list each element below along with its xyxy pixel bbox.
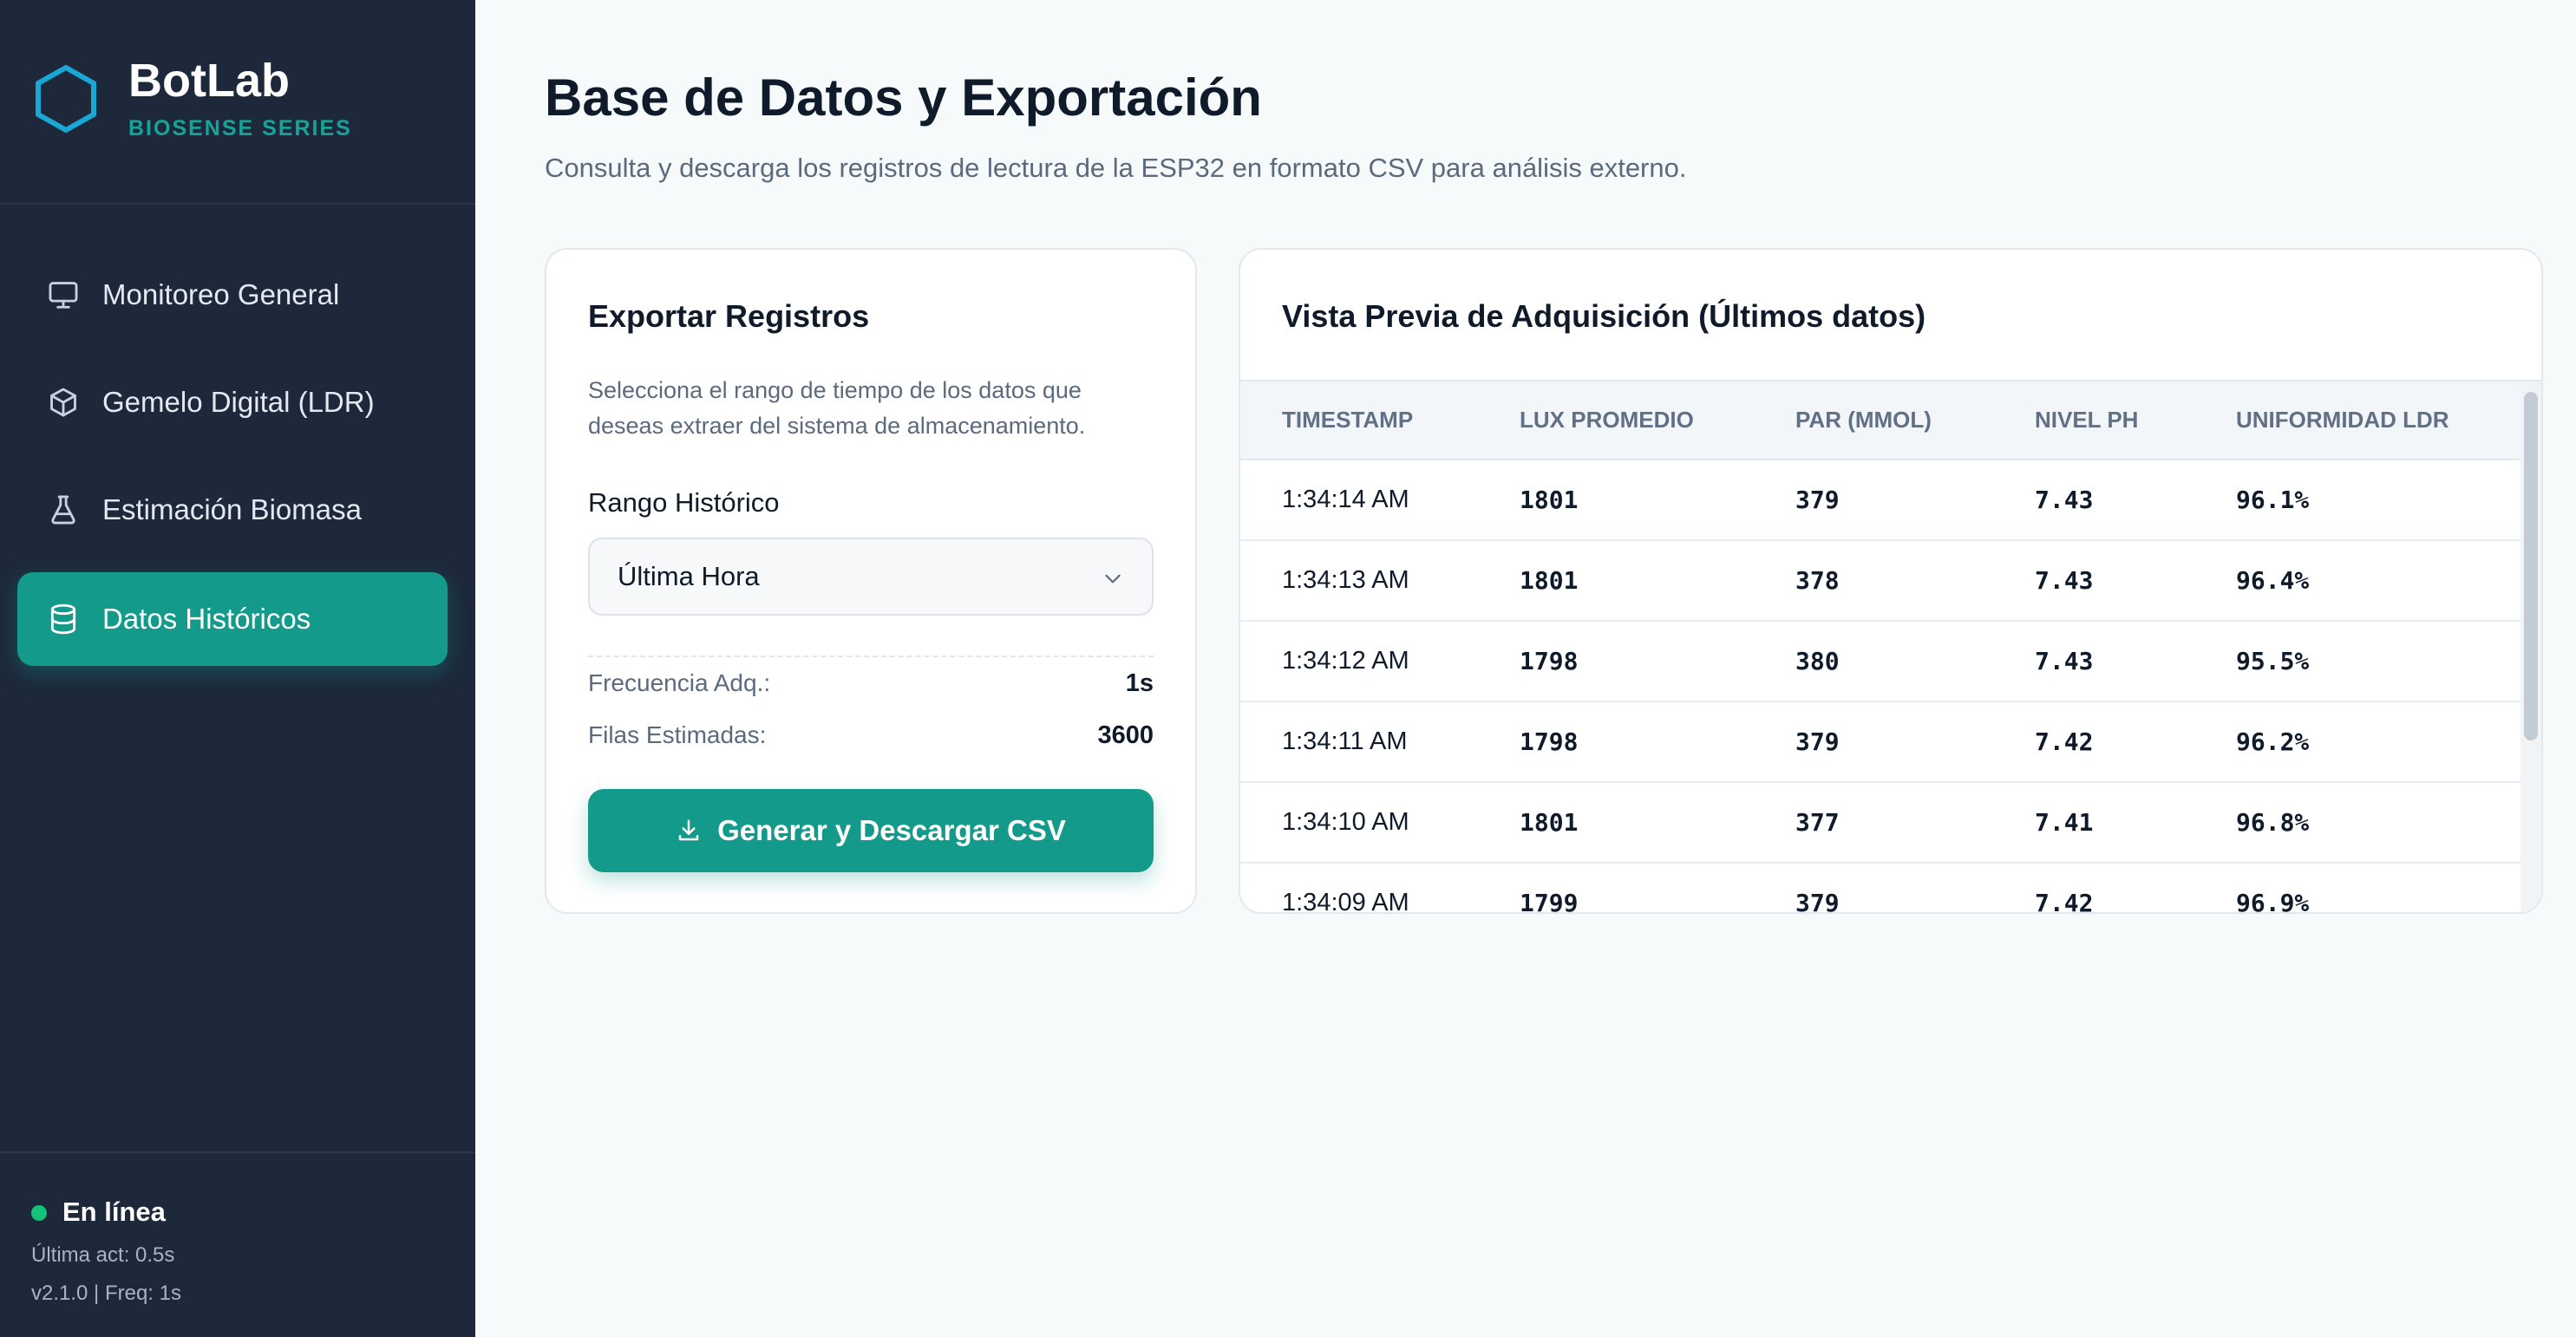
sidebar-item-label: Gemelo Digital (LDR) xyxy=(102,386,375,418)
sidebar-item-gemelo-digital[interactable]: Gemelo Digital (LDR) xyxy=(17,355,448,449)
cell-lux: 1801 xyxy=(1478,460,1754,541)
column-header-lux: LUX PROMEDIO xyxy=(1478,382,1754,460)
cell-uniformity: 95.5% xyxy=(2194,621,2524,702)
cell-lux: 1801 xyxy=(1478,540,1754,622)
export-card-description: Selecciona el rango de tiempo de los dat… xyxy=(588,377,1086,439)
monitor-icon xyxy=(45,277,82,313)
column-header-uniformity: UNIFORMIDAD LDR xyxy=(2194,382,2524,460)
cell-timestamp: 1:34:11 AM xyxy=(1240,701,1478,783)
cell-lux: 1801 xyxy=(1478,782,1754,864)
estimated-rows-value: 3600 xyxy=(1097,721,1154,749)
cell-uniformity: 96.2% xyxy=(2194,701,2524,783)
export-card-title: Exportar Registros xyxy=(588,298,870,334)
sidebar-item-monitoreo-general[interactable]: Monitoreo General xyxy=(17,248,448,342)
cell-timestamp: 1:34:13 AM xyxy=(1240,540,1478,622)
preview-card-title: Vista Previa de Adquisición (Últimos dat… xyxy=(1282,298,1926,334)
range-select[interactable]: Última Hora xyxy=(588,538,1154,616)
sidebar-item-datos-historicos[interactable]: Datos Históricos xyxy=(17,572,448,666)
frequency-label: Frecuencia Adq.: xyxy=(588,669,771,696)
cell-uniformity: 96.8% xyxy=(2194,782,2524,864)
sidebar-item-label: Datos Históricos xyxy=(102,603,311,635)
range-select-value: Última Hora xyxy=(618,561,760,591)
table-row: 1:34:09 AM 1799 379 7.42 96.9% xyxy=(1240,863,2524,912)
cell-par: 377 xyxy=(1754,782,1993,864)
preview-table-container[interactable]: TIMESTAMP LUX PROMEDIO PAR (MMOL) NIVEL … xyxy=(1240,382,2524,912)
cell-uniformity: 96.9% xyxy=(2194,863,2524,912)
cell-ph: 7.41 xyxy=(1993,782,2194,864)
table-row: 1:34:10 AM 1801 377 7.41 96.8% xyxy=(1240,782,2524,864)
cell-ph: 7.43 xyxy=(1993,621,2194,702)
cell-timestamp: 1:34:10 AM xyxy=(1240,782,1478,864)
page-title: Base de Datos y Exportación xyxy=(545,68,1262,127)
status-label: En línea xyxy=(62,1197,166,1227)
sidebar-divider xyxy=(0,203,475,205)
sidebar-item-label: Estimación Biomasa xyxy=(102,493,362,525)
table-row: 1:34:12 AM 1798 380 7.43 95.5% xyxy=(1240,621,2524,702)
sidebar-footer-divider xyxy=(0,1151,475,1153)
download-csv-label: Generar y Descargar CSV xyxy=(717,814,1066,846)
cell-par: 380 xyxy=(1754,621,1993,702)
column-header-timestamp: TIMESTAMP xyxy=(1240,382,1478,460)
cell-par: 379 xyxy=(1754,701,1993,783)
cell-lux: 1798 xyxy=(1478,621,1754,702)
table-row: 1:34:11 AM 1798 379 7.42 96.2% xyxy=(1240,701,2524,783)
cell-ph: 7.43 xyxy=(1993,540,2194,622)
cell-par: 378 xyxy=(1754,540,1993,622)
cell-lux: 1799 xyxy=(1478,863,1754,912)
cell-lux: 1798 xyxy=(1478,701,1754,783)
download-csv-button[interactable]: Generar y Descargar CSV xyxy=(588,789,1154,872)
brand: BotLab BIOSENSE SERIES xyxy=(35,52,451,156)
frequency-row: Frecuencia Adq.: 1s xyxy=(588,669,1154,704)
table-row: 1:34:13 AM 1801 378 7.43 96.4% xyxy=(1240,540,2524,622)
cell-ph: 7.42 xyxy=(1993,863,2194,912)
hexagon-logo-icon xyxy=(36,65,96,133)
frequency-value: 1s xyxy=(1125,669,1154,697)
sidebar: BotLab BIOSENSE SERIES Monitoreo General… xyxy=(0,0,475,1337)
cell-uniformity: 96.1% xyxy=(2194,460,2524,541)
main-content: Base de Datos y Exportación Consulta y d… xyxy=(475,0,2576,1337)
table-scrollbar-thumb[interactable] xyxy=(2524,392,2538,740)
cell-par: 379 xyxy=(1754,460,1993,541)
cell-uniformity: 96.4% xyxy=(2194,540,2524,622)
page-subtitle: Consulta y descarga los registros de lec… xyxy=(545,153,1687,183)
brand-name: BotLab xyxy=(128,55,290,107)
table-header-row: TIMESTAMP LUX PROMEDIO PAR (MMOL) NIVEL … xyxy=(1240,382,2524,460)
column-header-ph: NIVEL PH xyxy=(1993,382,2194,460)
section-divider xyxy=(588,655,1154,657)
chevron-down-icon xyxy=(1105,574,1121,584)
column-header-par: PAR (MMOL) xyxy=(1754,382,1993,460)
database-icon xyxy=(45,601,82,637)
cell-timestamp: 1:34:14 AM xyxy=(1240,460,1478,541)
version-text: v2.1.0 | Freq: 1s xyxy=(31,1282,181,1305)
online-status-dot xyxy=(31,1205,47,1221)
cube-icon xyxy=(45,384,82,421)
range-label: Rango Histórico xyxy=(588,487,780,518)
cell-timestamp: 1:34:12 AM xyxy=(1240,621,1478,702)
export-card: Exportar Registros Selecciona el rango d… xyxy=(545,248,1197,914)
table-row: 1:34:14 AM 1801 379 7.43 96.1% xyxy=(1240,460,2524,541)
last-update-text: Última act: 0.5s xyxy=(31,1243,175,1267)
estimated-rows-row: Filas Estimadas: 3600 xyxy=(588,721,1154,756)
preview-card: Vista Previa de Adquisición (Últimos dat… xyxy=(1239,248,2543,914)
cell-timestamp: 1:34:09 AM xyxy=(1240,863,1478,912)
download-icon xyxy=(678,819,699,841)
brand-subtitle: BIOSENSE SERIES xyxy=(128,116,352,140)
estimated-rows-label: Filas Estimadas: xyxy=(588,721,767,748)
cell-ph: 7.43 xyxy=(1993,460,2194,541)
preview-table: TIMESTAMP LUX PROMEDIO PAR (MMOL) NIVEL … xyxy=(1240,382,2524,912)
cell-ph: 7.42 xyxy=(1993,701,2194,783)
flask-icon xyxy=(45,492,82,528)
sidebar-item-label: Monitoreo General xyxy=(102,278,340,310)
sidebar-item-estimacion-biomasa[interactable]: Estimación Biomasa xyxy=(17,463,448,557)
cell-par: 379 xyxy=(1754,863,1993,912)
